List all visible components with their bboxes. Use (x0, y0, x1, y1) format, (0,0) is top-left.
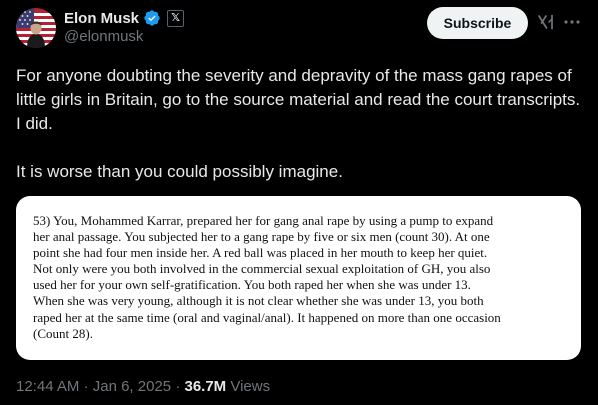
court-transcript-text: 53) You, Mohammed Karrar, prepared her f… (33, 213, 568, 342)
more-horizontal-icon[interactable] (563, 13, 581, 31)
meta-separator: · (175, 378, 181, 395)
subscribe-button[interactable]: Subscribe (427, 7, 528, 39)
tweet-media-image[interactable]: 53) You, Mohammed Karrar, prepared her f… (16, 196, 581, 360)
avatar-image (16, 8, 56, 48)
tweet-date[interactable]: Jan 6, 2025 (93, 378, 171, 395)
author-name-row: Elon Musk 𝕏 (64, 8, 185, 28)
tweet-text: For anyone doubting the severity and dep… (16, 64, 582, 184)
tweet-meta: 12:44 AM · Jan 6, 2025 · 36.7M Views (16, 378, 270, 395)
avatar[interactable] (16, 8, 56, 48)
transcript-line: her anal passage. You subjected her to a… (33, 229, 490, 245)
grok-icon[interactable] (537, 13, 555, 31)
transcript-line: 53) You, Mohammed Karrar, prepared her f… (33, 213, 494, 228)
transcript-line: raped her at the same time (oral and vag… (33, 309, 501, 325)
transcript-line: used her for your own self-gratification… (33, 277, 471, 293)
author-handle[interactable]: @elonmusk (64, 28, 143, 45)
verified-badge-icon[interactable] (143, 9, 161, 27)
tweet-paragraph: It is worse than you could possibly imag… (16, 162, 343, 181)
meta-separator: · (83, 378, 89, 395)
views-label: Views (230, 378, 271, 395)
transcript-line: (Count 28). (33, 325, 93, 341)
tweet-time[interactable]: 12:44 AM (16, 378, 79, 395)
views-count: 36.7M (184, 378, 227, 395)
tweet-paragraph: For anyone doubting the severity and dep… (16, 66, 581, 133)
author-display-name[interactable]: Elon Musk (64, 10, 139, 27)
affiliate-x-badge-icon[interactable]: 𝕏 (167, 9, 185, 27)
transcript-line: Not only were you both involved in the c… (33, 261, 491, 277)
transcript-line: point she had four men inside her. A red… (33, 245, 488, 261)
transcript-line: When she was very young, although it is … (33, 293, 484, 309)
